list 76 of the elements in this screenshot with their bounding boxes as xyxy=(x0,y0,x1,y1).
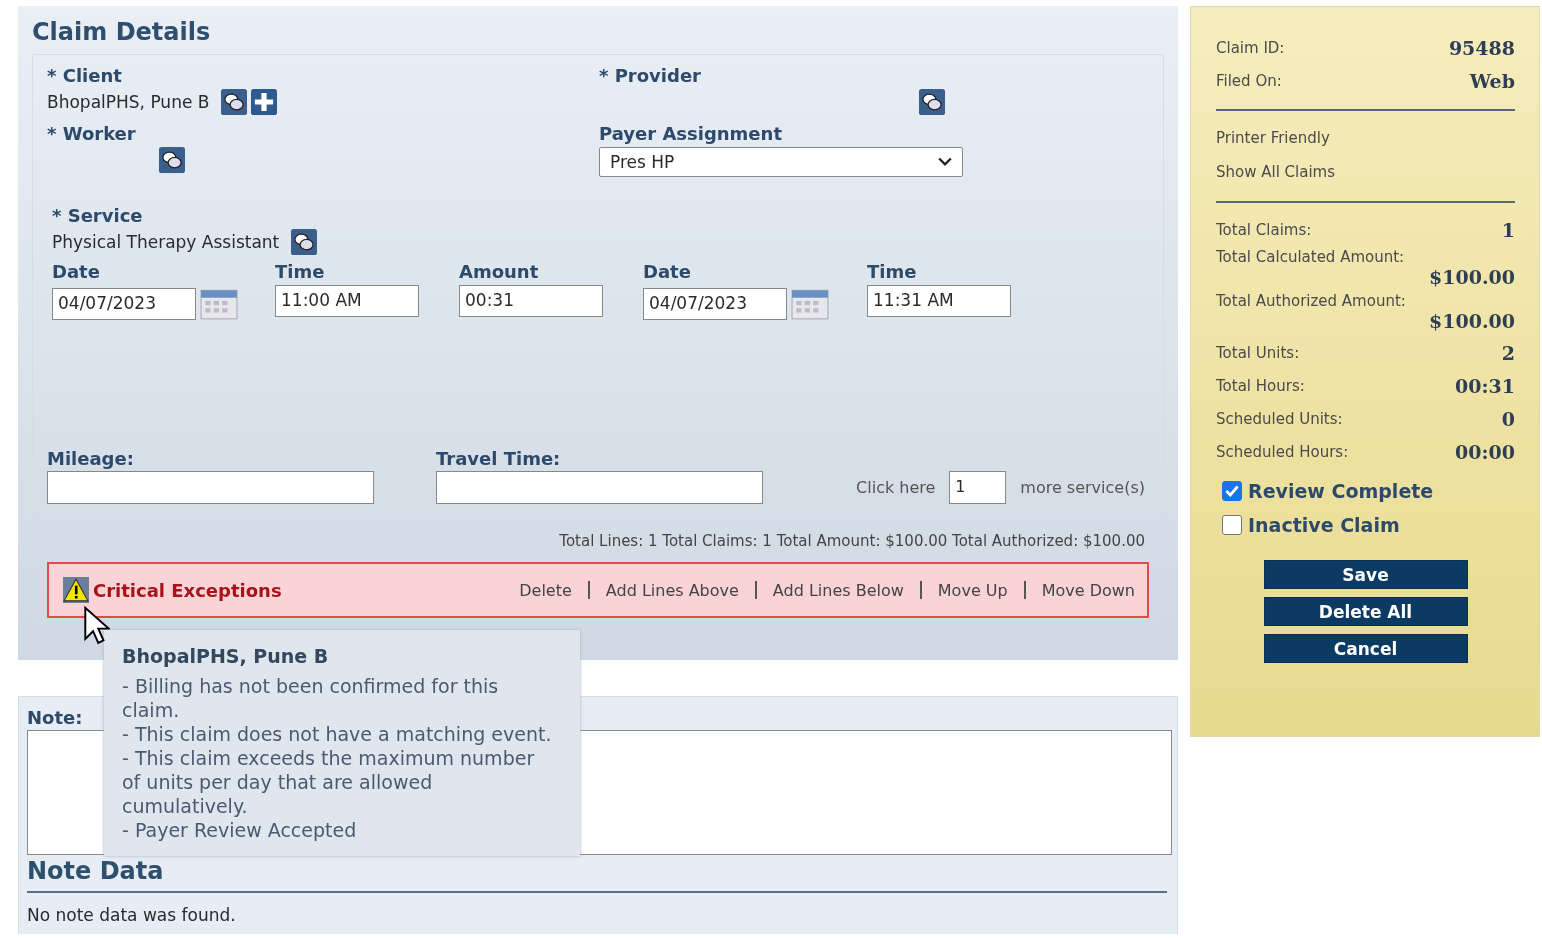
summary-value: 2 xyxy=(1501,341,1515,364)
add-icon[interactable] xyxy=(251,89,278,115)
time-field[interactable]: 11:00 AM xyxy=(275,285,419,317)
field-label: Travel Time: xyxy=(436,448,562,469)
lookup-icon[interactable] xyxy=(919,89,945,115)
time-field[interactable]: 00:31 xyxy=(459,285,603,317)
field-label: Date xyxy=(52,261,101,282)
field-label: * Service xyxy=(52,205,144,226)
tooltip-title: BhopalPHS, Pune B xyxy=(122,644,330,668)
chevron-down-icon[interactable] xyxy=(938,157,952,167)
more-services-label: more service(s) xyxy=(1020,478,1145,497)
field-label: Date xyxy=(643,261,692,282)
lookup-icon[interactable] xyxy=(221,89,248,115)
field-label: Time xyxy=(867,261,918,282)
summary-label: Total Calculated Amount: xyxy=(1216,248,1406,266)
summary-value: 95488 xyxy=(1448,36,1515,59)
field-label: * Worker xyxy=(47,123,137,144)
action-button[interactable]: Delete All xyxy=(1263,597,1468,626)
mileage-field[interactable] xyxy=(47,471,374,504)
section-heading: Note Data xyxy=(27,857,165,885)
payer-dropdown[interactable]: Pres HP xyxy=(599,147,963,177)
field-label: Payer Assignment xyxy=(599,123,783,144)
empty-message: No note data was found. xyxy=(27,905,237,925)
action-link[interactable]: Add Lines Below xyxy=(772,580,904,600)
summary-value: $100.00 xyxy=(1429,266,1515,288)
summary-value: $100.00 xyxy=(1429,310,1515,332)
summary-label: Scheduled Units: xyxy=(1216,409,1343,428)
summary-label: Total Claims: xyxy=(1216,220,1312,239)
lookup-icon[interactable] xyxy=(159,147,185,173)
cursor-icon xyxy=(84,606,110,646)
date-field[interactable]: 04/07/2023 xyxy=(52,288,196,320)
summary-label: Scheduled Hours: xyxy=(1216,442,1349,461)
warning-icon[interactable] xyxy=(63,577,89,603)
field-label: * Client xyxy=(47,65,123,86)
checkbox-label: Review Complete xyxy=(1248,480,1434,502)
field-label: * Provider xyxy=(599,65,702,86)
client-name: BhopalPHS, Pune B xyxy=(47,92,210,112)
checkbox[interactable] xyxy=(1222,481,1242,501)
tooltip-message: - This claim exceeds the maximum number of units per day that are allowed cumulatively. xyxy=(122,746,536,818)
exceptions-title: Critical Exceptions xyxy=(93,579,282,601)
checkbox-label: Inactive Claim xyxy=(1248,514,1400,536)
action-link[interactable]: Add Lines Above xyxy=(605,580,739,600)
time-field[interactable]: 11:31 AM xyxy=(867,285,1011,317)
action-link[interactable]: Delete xyxy=(519,580,572,600)
action-link[interactable]: Move Down xyxy=(1041,580,1135,600)
summary-value: 00:00 xyxy=(1455,440,1515,463)
summary-value: 1 xyxy=(1501,218,1515,241)
sidebar-link[interactable]: Printer Friendly xyxy=(1216,121,1515,155)
service-count-field[interactable]: 1 xyxy=(949,471,1007,504)
field-label: Time xyxy=(275,261,326,282)
date-field[interactable]: 04/07/2023 xyxy=(643,288,787,320)
action-button[interactable]: Cancel xyxy=(1263,634,1468,663)
tooltip-message: - Payer Review Accepted xyxy=(122,818,358,842)
tooltip-message: - Billing has not been confirmed for this claim. xyxy=(122,674,500,722)
totals-summary: Total Lines: 1 Total Claims: 1 Total Amount: $100.00 Total Authorized: $100.00 xyxy=(559,532,1145,550)
service-name: Physical Therapy Assistant xyxy=(52,232,280,252)
field-label: Amount xyxy=(459,261,540,282)
summary-value: Web xyxy=(1469,69,1515,92)
summary-value: 0 xyxy=(1501,407,1515,430)
sidebar-link[interactable]: Show All Claims xyxy=(1216,155,1515,189)
summary-label: Claim ID: xyxy=(1216,38,1285,57)
action-button[interactable]: Save xyxy=(1263,560,1468,589)
summary-label: Total Authorized Amount: xyxy=(1216,292,1407,310)
summary-value: 00:31 xyxy=(1455,374,1515,397)
summary-label: Filed On: xyxy=(1216,71,1282,90)
summary-label: Total Hours: xyxy=(1216,376,1305,395)
travel-time-field[interactable] xyxy=(436,471,763,504)
more-services-label: Click here xyxy=(856,478,936,497)
panel-title: Claim Details xyxy=(32,18,212,46)
action-link[interactable]: Move Up xyxy=(937,580,1008,600)
tooltip-message: - This claim does not have a matching event. xyxy=(122,722,552,746)
field-label: Mileage: xyxy=(47,448,135,469)
field-label: Note: xyxy=(27,707,83,728)
checkbox[interactable] xyxy=(1222,515,1242,535)
summary-label: Total Units: xyxy=(1216,343,1300,362)
lookup-icon[interactable] xyxy=(291,229,318,255)
